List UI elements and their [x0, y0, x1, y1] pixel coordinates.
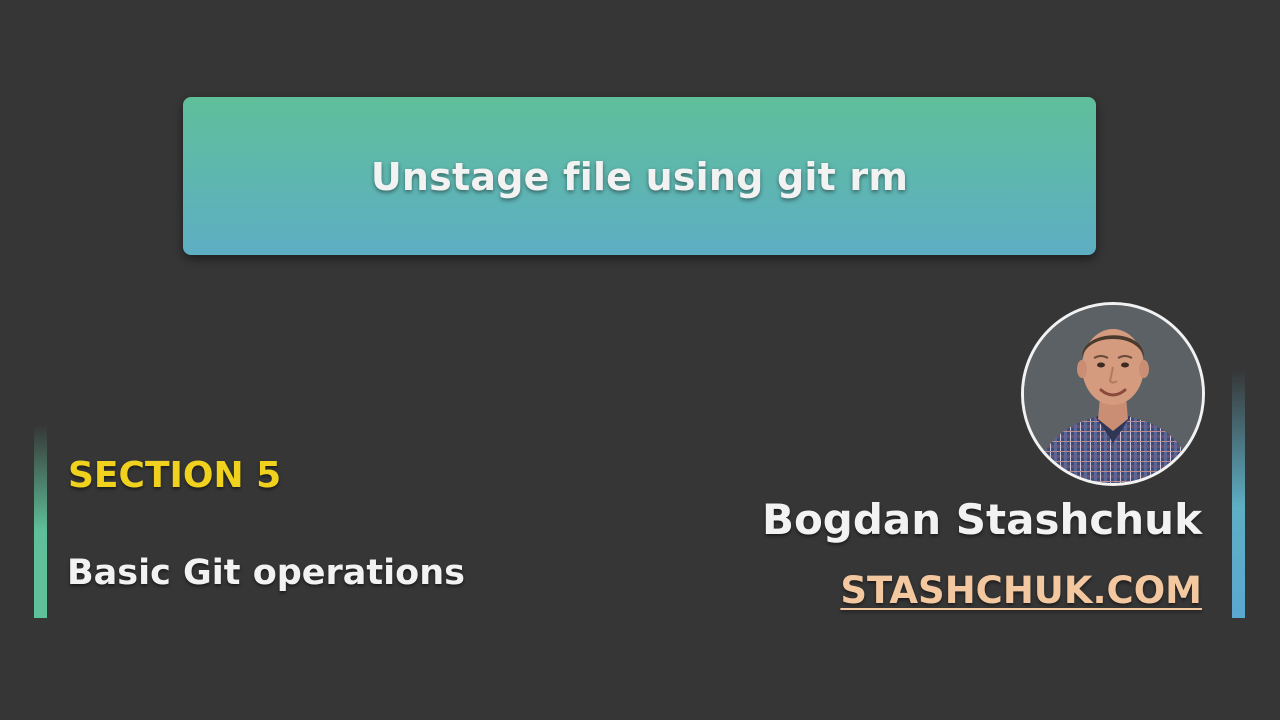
website-link[interactable]: STASHCHUK.COM [840, 567, 1202, 615]
section-label: SECTION 5 [68, 455, 282, 496]
title-banner: Unstage file using git rm [183, 97, 1096, 255]
author-avatar [1021, 302, 1205, 486]
left-accent-bar [34, 425, 47, 618]
video-title: Unstage file using git rm [370, 155, 909, 199]
right-accent-bar [1232, 370, 1245, 618]
section-subtitle: Basic Git operations [67, 553, 465, 593]
author-photo-icon [1024, 305, 1202, 483]
author-name: Bogdan Stashchuk [761, 495, 1202, 544]
